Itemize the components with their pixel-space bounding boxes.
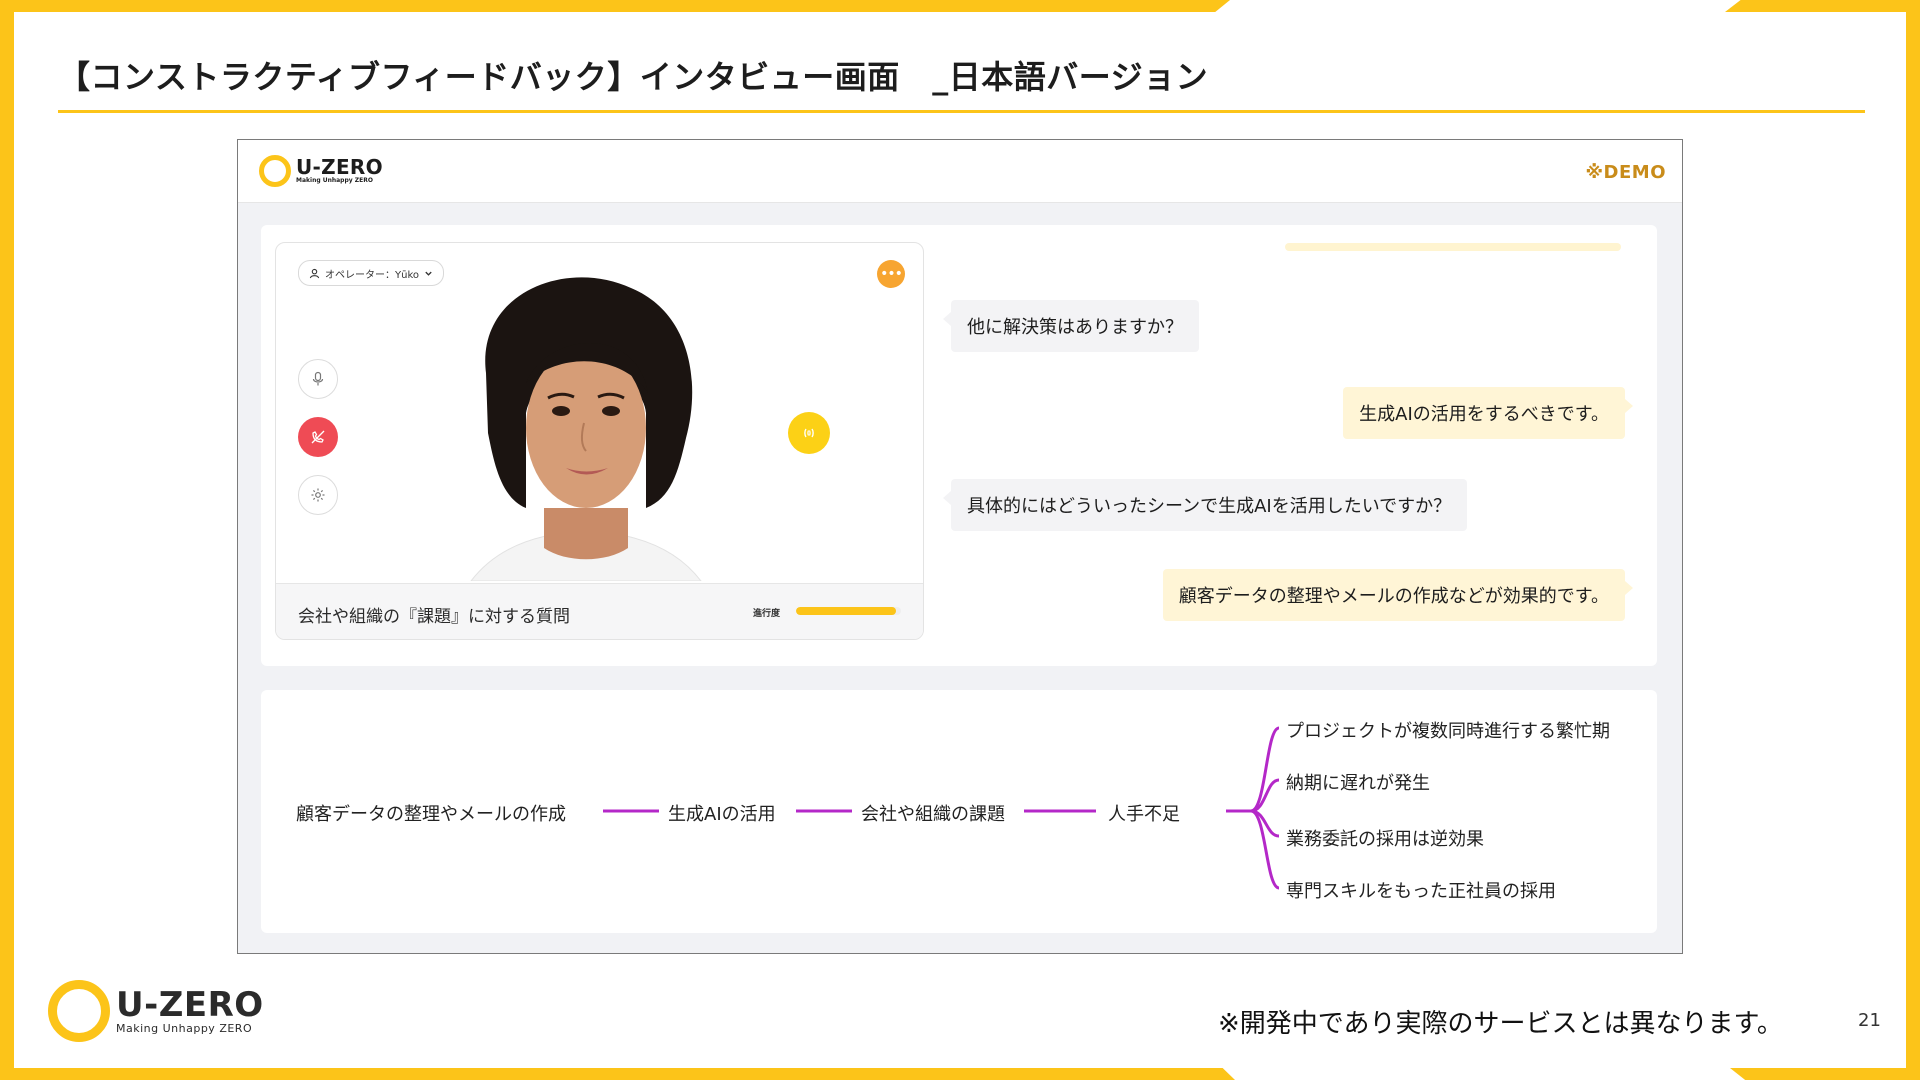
sound-wave-icon [804,428,814,438]
mindmap-branch-node[interactable]: 専門スキルをもった正社員の採用 [1286,877,1556,903]
app-header: U-ZERO Making Unhappy ZERO ※DEMO [238,140,1682,203]
gear-icon [311,488,325,502]
more-options-button[interactable]: ••• [877,260,905,288]
mic-icon [312,371,324,386]
interviewer-avatar [470,277,702,581]
frame-top-border-right [1725,0,1920,12]
current-question-label: 会社や組織の『課題』に対する質問 [298,607,570,627]
mindmap-branch-node[interactable]: 業務委託の採用は逆効果 [1286,825,1484,851]
chat-message-user: 生成AIの活用をするべきです。 [1343,387,1633,439]
settings-button[interactable] [298,475,338,515]
chat-message-interviewer: 他に解決策はありますか？ [943,300,1199,352]
app-window: U-ZERO Making Unhappy ZERO ※DEMO オペレーター：… [237,139,1683,954]
more-dots-icon: ••• [880,266,903,282]
logo-ring-icon [259,155,291,187]
operator-selector-label: オペレーター：Yūko [325,269,419,281]
app-logo-name: U-ZERO [296,155,383,179]
mindmap-branch-node[interactable]: プロジェクトが複数同時進行する繁忙期 [1286,717,1610,743]
disclaimer: ※開発中であり実際のサービスとは異なります。 [1218,1009,1783,1039]
footer-logo-tagline: Making Unhappy ZERO [116,1021,253,1035]
app-logo-tagline: Making Unhappy ZERO [296,177,373,184]
mindmap-node[interactable]: 会社や組織の課題 [861,800,1005,826]
footer-logo-name: U-ZERO [116,984,264,1025]
mindmap-branch-node[interactable]: 納期に遅れが発生 [1286,769,1430,795]
title-underline [58,110,1865,113]
footer-logo: U-ZERO Making Unhappy ZERO [48,980,264,1042]
chat-message-user: 顧客データの整理やメールの作成などが効果的です。 [1162,569,1634,621]
frame-top-border [0,0,1230,12]
page-number: 21 [1858,1010,1881,1031]
progress-bar [796,607,901,615]
frame-right-border [1906,0,1920,1080]
frame-bottom-border-right [1730,1068,1920,1080]
mindmap-node[interactable]: 顧客データの整理やメールの作成 [296,800,566,826]
app-logo[interactable]: U-ZERO Making Unhappy ZERO [259,155,383,187]
video-footer: 会社や組織の『課題』に対する質問 進行度 [276,583,923,639]
mic-button[interactable] [298,359,338,399]
mindmap-node[interactable]: 人手不足 [1108,800,1180,826]
mindmap-node[interactable]: 生成AIの活用 [668,800,776,826]
logo-ring-icon [48,980,110,1042]
chat-message-interviewer: 具体的にはどういったシーンで生成AIを活用したいですか？ [942,479,1468,531]
demo-label: ※DEMO [1585,162,1666,183]
chat-scroll-hint [1285,243,1621,251]
speaking-indicator-button[interactable] [788,412,830,454]
interview-panel: オペレーター：Yūko ••• 会社や組織の『課題』に対する質問 進行度 他に解… [261,225,1657,666]
frame-bottom-border [0,1068,1235,1080]
progress-bar-fill [796,607,896,615]
progress-label: 進行度 [753,609,781,619]
mindmap-panel: 顧客データの整理やメールの作成 生成AIの活用 会社や組織の課題 人手不足 プロ… [261,690,1657,933]
phone-hangup-icon [311,430,325,444]
video-card: オペレーター：Yūko ••• 会社や組織の『課題』に対する質問 進行度 [275,242,924,640]
end-call-button[interactable] [298,417,338,457]
user-icon [309,268,320,278]
slide-title: 【コンストラクティブフィードバック】インタビュー画面 _日本語バージョン [58,58,1209,96]
frame-left-border [0,0,14,1080]
